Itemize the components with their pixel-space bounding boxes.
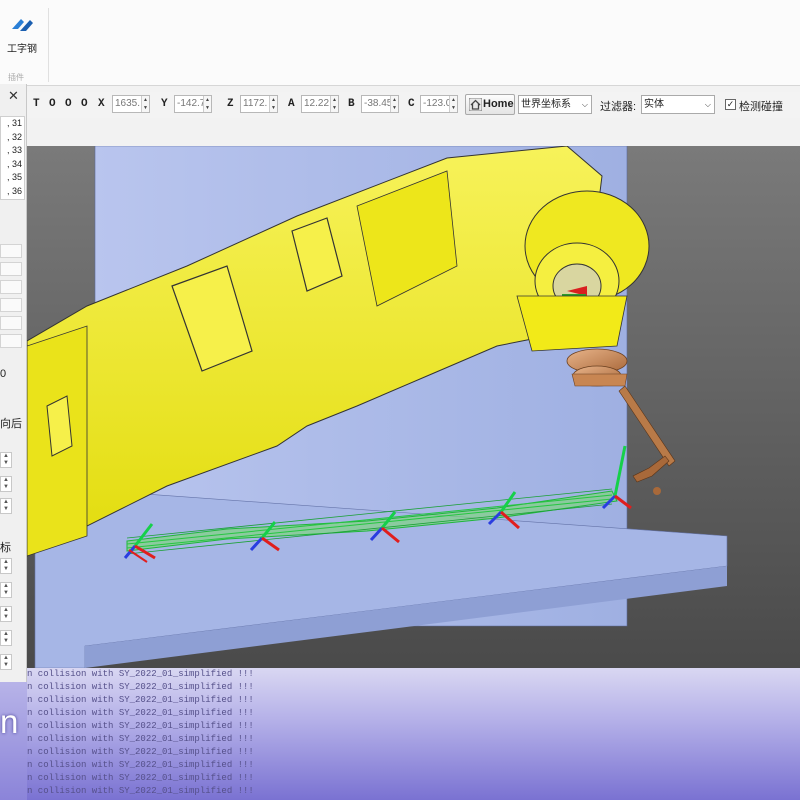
side-text: 向后: [0, 418, 22, 430]
spin-control[interactable]: ▲ ▼: [0, 476, 12, 492]
ribbon-bar: 工字钢 插件: [0, 0, 800, 86]
console-line: n collision with SY_2022_01_simplified !…: [27, 721, 254, 731]
coordinate-system-value: 世界坐标系: [521, 99, 571, 110]
collision-label: 检测碰撞: [739, 101, 783, 113]
home-label: Home: [483, 98, 514, 110]
side-button[interactable]: [0, 262, 22, 276]
side-button[interactable]: [0, 334, 22, 348]
steel-beam-button[interactable]: 工字钢: [4, 14, 40, 55]
scene-canvas[interactable]: [27, 146, 800, 668]
y-value: -142.7: [177, 98, 206, 109]
filter-label: 过滤器:: [600, 101, 637, 113]
a-field[interactable]: 12.22 ▲ ▼: [301, 95, 339, 113]
console-line: n collision with SY_2022_01_simplified !…: [27, 786, 254, 796]
list-item[interactable]: , 32: [1, 131, 24, 145]
list-item[interactable]: , 36: [1, 185, 24, 199]
b-label: B: [348, 98, 355, 110]
chevron-down-icon: ⌵: [581, 100, 588, 109]
ribbon-group-label: 插件: [8, 73, 24, 82]
o-label: O: [49, 98, 56, 110]
filter-select[interactable]: 实体 ⌵: [641, 95, 715, 114]
x-field[interactable]: 1635. ▲ ▼: [112, 95, 150, 113]
x-value: 1635.: [115, 98, 141, 109]
collision-checkbox[interactable]: ✓: [725, 99, 736, 110]
b-value: -38.45: [364, 98, 393, 109]
pose-toolbar: T O O O X 1635. ▲ ▼ Y -142.7 ▲ ▼ Z 1172. ▲ ▼ A…: [27, 92, 800, 118]
spin-control[interactable]: ▲ ▼: [0, 630, 12, 646]
3d-viewport[interactable]: [27, 146, 800, 668]
side-button[interactable]: [0, 280, 22, 294]
a-spin[interactable]: ▲ ▼: [330, 96, 338, 112]
coordinate-system-select[interactable]: 世界坐标系 ⌵: [518, 95, 592, 114]
z-spin[interactable]: ▲ ▼: [269, 96, 277, 112]
y-label: Y: [161, 98, 168, 110]
o-label: O: [81, 98, 88, 110]
spin-control[interactable]: ▲ ▼: [0, 582, 12, 598]
y-spin[interactable]: ▲ ▼: [203, 96, 211, 112]
home-button[interactable]: Home: [465, 94, 515, 115]
y-field[interactable]: -142.7 ▲ ▼: [174, 95, 212, 113]
c-spin[interactable]: ▲ ▼: [449, 96, 457, 112]
filter-value: 实体: [644, 99, 664, 110]
console-line: n collision with SY_2022_01_simplified !…: [27, 669, 254, 679]
a-value: 12.22: [304, 98, 330, 109]
spin-control[interactable]: ▲ ▼: [0, 606, 12, 622]
c-label: C: [408, 98, 415, 110]
side-text: 0: [0, 368, 7, 380]
t-label: T: [33, 98, 40, 110]
spin-control[interactable]: ▲ ▼: [0, 498, 12, 514]
side-text: 标: [0, 542, 11, 554]
home-icon: [469, 98, 482, 111]
b-spin[interactable]: ▲ ▼: [390, 96, 398, 112]
chevron-down-icon: ⌵: [704, 100, 711, 109]
spin-control[interactable]: ▲ ▼: [0, 654, 12, 670]
z-value: 1172.: [243, 98, 268, 109]
side-button[interactable]: [0, 316, 22, 330]
console-line: n collision with SY_2022_01_simplified !…: [27, 747, 254, 757]
list-item[interactable]: , 34: [1, 158, 24, 172]
c-field[interactable]: -123.0 ▲ ▼: [420, 95, 458, 113]
spin-control[interactable]: ▲ ▼: [0, 558, 12, 574]
ribbon-divider: [48, 8, 49, 82]
o-label: O: [65, 98, 72, 110]
list-item[interactable]: , 33: [1, 144, 24, 158]
console-line: n collision with SY_2022_01_simplified !…: [27, 695, 254, 705]
x-label: X: [98, 98, 105, 110]
side-button[interactable]: [0, 244, 22, 258]
x-spin[interactable]: ▲ ▼: [141, 96, 149, 112]
steel-beam-label: 工字钢: [7, 44, 37, 55]
z-field[interactable]: 1172. ▲ ▼: [240, 95, 278, 113]
c-value: -123.0: [423, 98, 452, 109]
list-item[interactable]: , 35: [1, 171, 24, 185]
side-panel-bottom: [0, 682, 27, 800]
spin-control[interactable]: ▲ ▼: [0, 452, 12, 468]
z-label: Z: [227, 98, 234, 110]
list-item[interactable]: , 31: [1, 117, 24, 131]
console-line: n collision with SY_2022_01_simplified !…: [27, 734, 254, 744]
caption-overlay: n: [0, 703, 19, 740]
console-line: n collision with SY_2022_01_simplified !…: [27, 773, 254, 783]
side-button[interactable]: [0, 298, 22, 312]
steel-beam-icon: [12, 19, 33, 31]
console-line: n collision with SY_2022_01_simplified !…: [27, 708, 254, 718]
a-label: A: [288, 98, 295, 110]
b-field[interactable]: -38.45 ▲ ▼: [361, 95, 399, 113]
side-list[interactable]: , 31 , 32 , 33 , 34 , 35 , 36: [0, 116, 25, 200]
console-line: n collision with SY_2022_01_simplified !…: [27, 682, 254, 692]
output-console[interactable]: n collision with SY_2022_01_simplified !…: [27, 668, 800, 800]
close-icon[interactable]: ✕: [8, 88, 19, 104]
console-line: n collision with SY_2022_01_simplified !…: [27, 760, 254, 770]
